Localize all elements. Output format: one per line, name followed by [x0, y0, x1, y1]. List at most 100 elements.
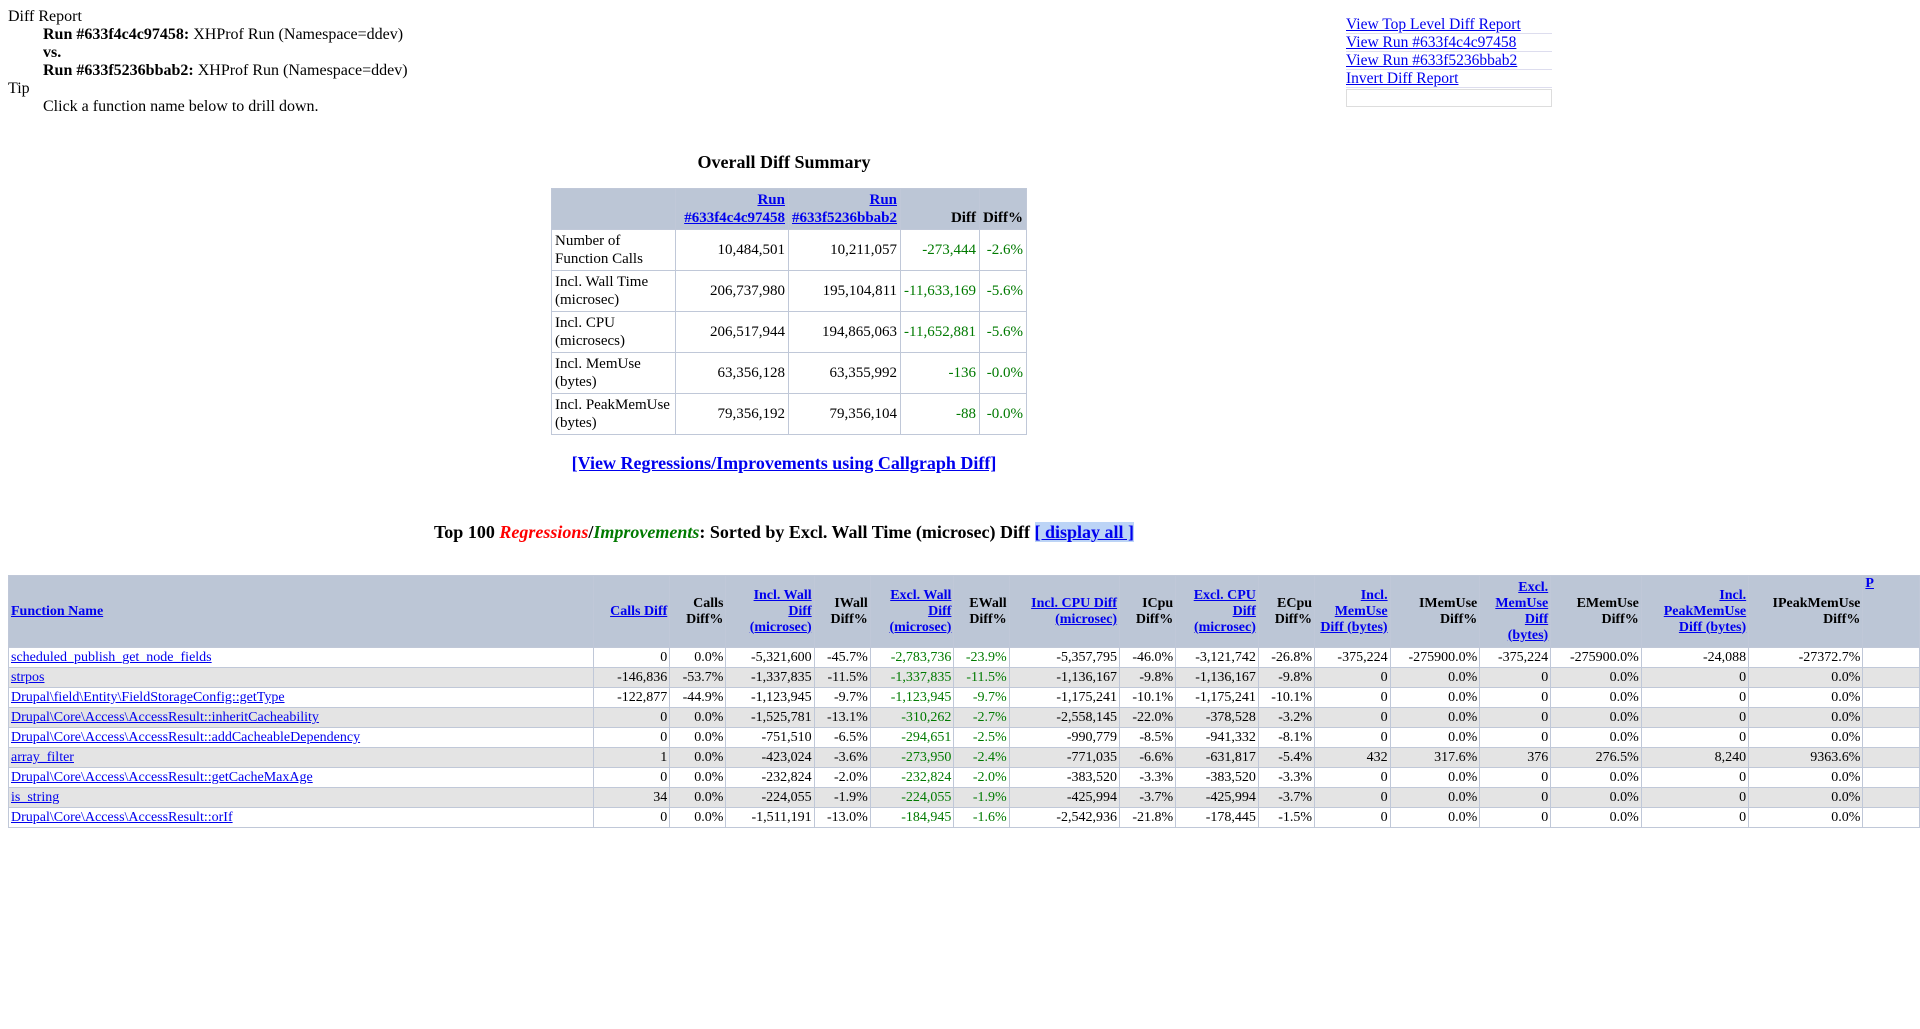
- table-cell: [1862, 807, 1920, 828]
- table-cell: -5,357,795: [1008, 647, 1121, 668]
- table-cell: -3.3%: [1119, 767, 1177, 788]
- table-cell: [1862, 707, 1920, 728]
- table-cell: 0: [1479, 707, 1552, 728]
- summary-run1-link[interactable]: Run #633f4c4c97458: [684, 192, 785, 226]
- table-cell: -1,525,781: [725, 707, 815, 728]
- column-label: IMemUse Diff%: [1418, 595, 1478, 627]
- table-cell: -2.0%: [953, 767, 1010, 788]
- sort-column-link[interactable]: Calls Diff: [610, 604, 667, 619]
- function-name-link[interactable]: strpos: [11, 670, 44, 685]
- function-name-link[interactable]: Drupal\Core\Access\AccessResult::addCach…: [11, 730, 360, 745]
- table-cell: -2,783,736: [869, 647, 955, 668]
- function-name-link[interactable]: Drupal\Core\Access\AccessResult::orIf: [11, 810, 233, 825]
- column-header[interactable]: Incl. PeakMemUse Diff (bytes): [1640, 575, 1750, 648]
- summary-diff-value: -273,444: [900, 229, 980, 271]
- table-cell: 0: [1640, 807, 1750, 828]
- column-header[interactable]: Excl. CPU Diff (microsec): [1175, 575, 1259, 648]
- summary-row: Incl. Wall Time (microsec) 206,737,980 195…: [551, 270, 1027, 312]
- table-cell: 0.0%: [1748, 787, 1864, 808]
- summary-table: Run #633f4c4c97458 Run #633f5236bbab2 Di…: [551, 188, 1027, 435]
- function-name-link[interactable]: Drupal\Core\Access\AccessResult::getCach…: [11, 770, 313, 785]
- column-header[interactable]: Incl. CPU Diff (microsec): [1008, 575, 1121, 648]
- table-cell: -1,123,945: [725, 687, 815, 708]
- table-cell: 0.0%: [1550, 727, 1642, 748]
- column-header[interactable]: Calls Diff: [593, 575, 671, 648]
- table-cell: -11.5%: [813, 667, 871, 688]
- invert-diff-link[interactable]: Invert Diff Report: [1346, 70, 1459, 87]
- table-cell: 0.0%: [669, 727, 727, 748]
- table-cell: -46.0%: [1119, 647, 1177, 668]
- table-row: Drupal\Core\Access\AccessResult::orIf 0 0.…: [7, 807, 1920, 828]
- table-cell: -9.8%: [1119, 667, 1177, 688]
- table-cell: 0.0%: [669, 807, 727, 828]
- sort-column-link[interactable]: Excl. Wall Diff (microsec): [889, 588, 951, 635]
- table-cell: -122,877: [593, 687, 671, 708]
- sort-column-link[interactable]: Incl. PeakMemUse Diff (bytes): [1664, 588, 1746, 635]
- table-cell: [1862, 647, 1920, 668]
- table-cell: 0: [1314, 687, 1391, 708]
- table-cell: 9363.6%: [1748, 747, 1864, 768]
- column-label: Calls Diff%: [686, 595, 724, 627]
- summary-diff-header: Diff: [900, 188, 980, 230]
- table-cell: 0.0%: [1748, 687, 1864, 708]
- sort-column-link[interactable]: Excl. CPU Diff (microsec): [1194, 588, 1256, 635]
- function-name-link[interactable]: Drupal\Core\Access\AccessResult::inherit…: [11, 710, 319, 725]
- column-header[interactable]: Function Name: [7, 575, 595, 648]
- column-header: EMemUse Diff%: [1550, 575, 1642, 648]
- table-cell: 0.0%: [669, 707, 727, 728]
- column-header: IPeakMemUse Diff%: [1748, 575, 1864, 648]
- sort-column-link[interactable]: Function Name: [11, 604, 103, 619]
- table-cell: 0: [1640, 767, 1750, 788]
- column-header: EWall Diff%: [953, 575, 1010, 648]
- column-header[interactable]: Excl. MemUse Diff (bytes): [1479, 575, 1552, 648]
- table-cell: 0: [593, 707, 671, 728]
- sort-column-link[interactable]: Excl. MemUse Diff (bytes): [1495, 580, 1548, 643]
- table-cell: -1,175,241: [1175, 687, 1259, 708]
- table-row: strpos -146,836 -53.7% -1,337,835 -11.5% -1,3…: [7, 667, 1920, 688]
- table-cell: -1.5%: [1257, 807, 1316, 828]
- table-cell: -5,321,600: [725, 647, 815, 668]
- table-row: is_string 34 0.0% -224,055 -1.9% -224,055 -1.9…: [7, 787, 1920, 808]
- column-header[interactable]: P: [1862, 575, 1920, 648]
- table-cell: 0.0%: [1389, 807, 1481, 828]
- table-cell: 0: [1640, 727, 1750, 748]
- run2-desc: XHProf Run (Namespace=ddev): [193, 62, 408, 79]
- function-name-link[interactable]: Drupal\field\Entity\FieldStorageConfig::…: [11, 690, 285, 705]
- table-cell: -310,262: [869, 707, 955, 728]
- table-cell: -232,824: [725, 767, 815, 788]
- callgraph-diff-link[interactable]: [View Regressions/Improvements using Cal…: [572, 453, 997, 473]
- column-header[interactable]: Incl. MemUse Diff (bytes): [1314, 575, 1391, 648]
- column-label: EWall Diff%: [969, 595, 1007, 627]
- summary-diffpct-value: -0.0%: [978, 352, 1027, 394]
- view-run2-link[interactable]: View Run #633f5236bbab2: [1346, 52, 1517, 69]
- table-cell: 0: [593, 727, 671, 748]
- table-row: Drupal\Core\Access\AccessResult::addCach…: [7, 727, 1920, 748]
- table-cell: -631,817: [1175, 747, 1259, 768]
- sort-column-link[interactable]: P: [1865, 577, 1874, 592]
- table-cell: 276.5%: [1550, 747, 1642, 768]
- summary-row: Incl. PeakMemUse (bytes) 79,356,192 79,356…: [551, 393, 1027, 435]
- summary-diff-value: -11,652,881: [900, 311, 980, 353]
- function-name-link[interactable]: array_filter: [11, 750, 74, 765]
- table-cell: 0: [1640, 787, 1750, 808]
- table-cell: -178,445: [1175, 807, 1259, 828]
- summary-run2-link[interactable]: Run #633f5236bbab2: [792, 192, 897, 226]
- sort-column-link[interactable]: Incl. Wall Diff (microsec): [750, 588, 812, 635]
- function-name-link[interactable]: scheduled_publish_get_node_fields: [11, 650, 212, 665]
- table-cell: [1862, 727, 1920, 748]
- column-header[interactable]: Excl. Wall Diff (microsec): [869, 575, 955, 648]
- display-all-link[interactable]: [ display all ]: [1034, 522, 1135, 542]
- sort-column-link[interactable]: Incl. CPU Diff (microsec): [1031, 596, 1117, 627]
- view-top-level-diff-link[interactable]: View Top Level Diff Report: [1346, 16, 1521, 33]
- table-cell: 0: [1640, 667, 1750, 688]
- sort-column-link[interactable]: Incl. MemUse Diff (bytes): [1320, 588, 1387, 635]
- table-cell: -146,836: [593, 667, 671, 688]
- column-header[interactable]: Incl. Wall Diff (microsec): [725, 575, 815, 648]
- column-label: ICpu Diff%: [1135, 595, 1174, 627]
- table-cell: 0: [593, 807, 671, 828]
- summary-label: Incl. CPU (microsecs): [551, 311, 676, 353]
- column-label: EMemUse Diff%: [1576, 595, 1639, 627]
- table-cell: -13.1%: [813, 707, 871, 728]
- view-run1-link[interactable]: View Run #633f4c4c97458: [1346, 34, 1516, 51]
- function-name-link[interactable]: is_string: [11, 790, 59, 805]
